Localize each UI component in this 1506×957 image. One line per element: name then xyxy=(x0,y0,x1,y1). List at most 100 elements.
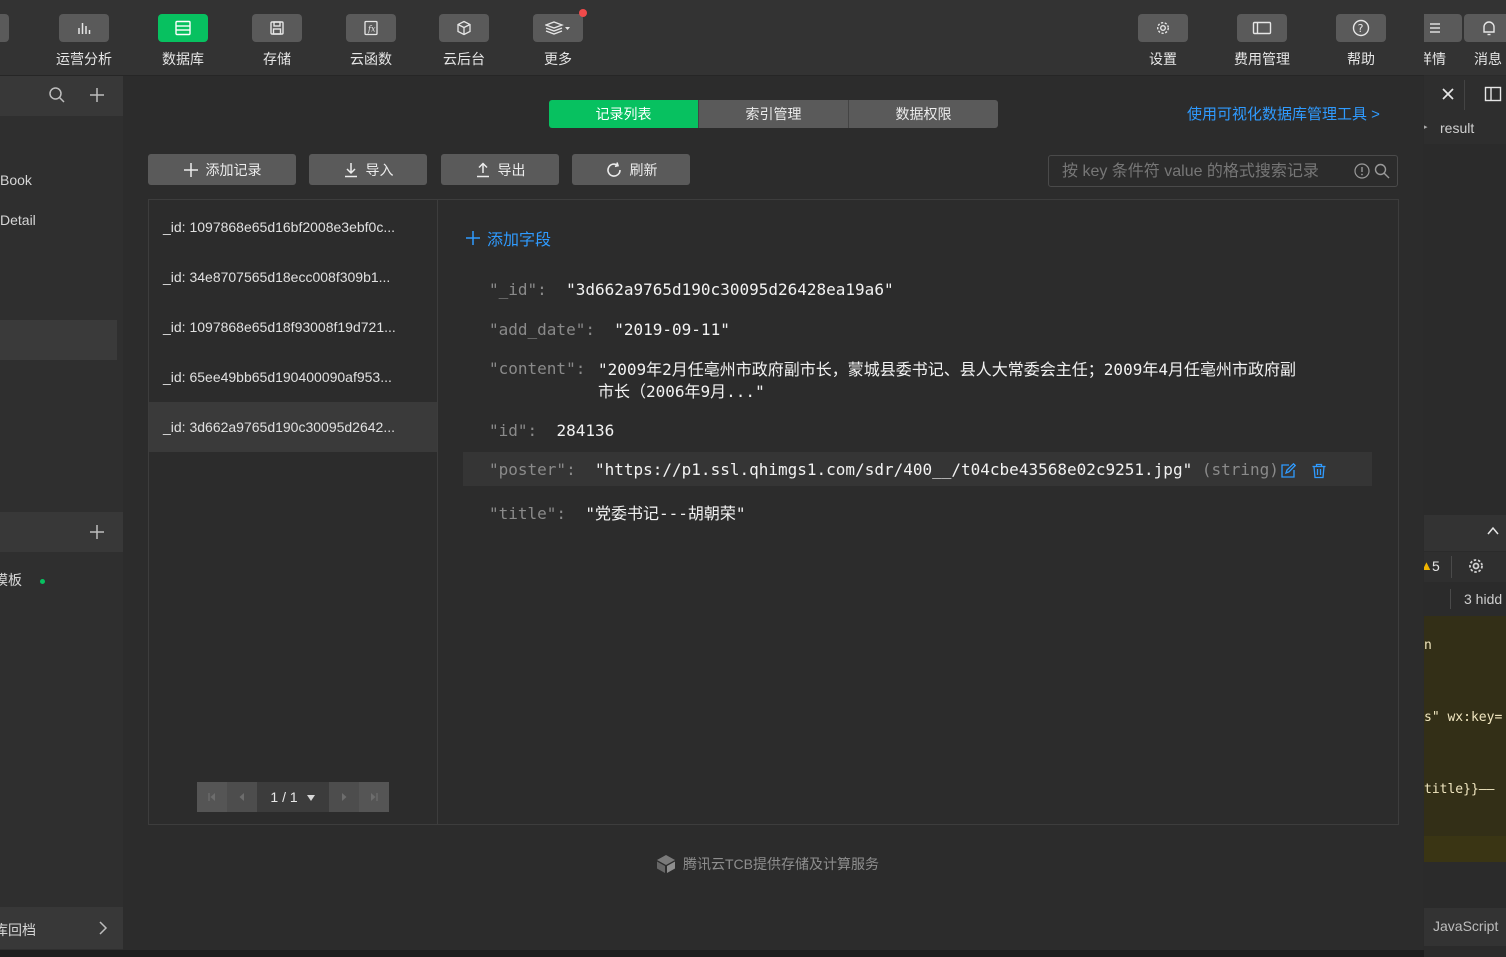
toolbar-item-analytics[interactable]: 运营分析 xyxy=(44,14,124,70)
field-value-content: "2009年2月任亳州市政府副市长，蒙城县委书记、县人大常委会主任；2009年4… xyxy=(598,359,1296,403)
tencent-cloud-logo-icon xyxy=(655,854,677,874)
edit-icon[interactable] xyxy=(1280,463,1296,479)
footer-text: 腾讯云TCB提供存储及计算服务 xyxy=(683,856,879,872)
toolbar-label: 消息 xyxy=(1474,51,1502,67)
field-row-id[interactable]: "_id": "3d662a9765d190c30095d26428ea19a6… xyxy=(489,280,894,299)
toolbar-item-clipped[interactable] xyxy=(0,14,24,70)
toolbar-label: 更多 xyxy=(544,51,572,67)
add-icon[interactable] xyxy=(88,523,106,541)
list-item[interactable]: _id: 1097868e65d18f93008f19d721... xyxy=(149,302,438,352)
toolbar-item-cloud-admin[interactable]: 云后台 xyxy=(424,14,504,70)
toolbar-item-billing[interactable]: 费用管理 xyxy=(1222,14,1302,70)
close-icon[interactable] xyxy=(1441,87,1455,101)
divider xyxy=(1450,589,1451,609)
field-type: (string) xyxy=(1201,460,1279,479)
toolbar-item-database[interactable]: 数据库 xyxy=(143,14,223,70)
bell-icon[interactable] xyxy=(1464,14,1506,42)
last-page-button[interactable] xyxy=(359,782,389,812)
chevron-right-icon xyxy=(97,921,109,935)
notification-dot xyxy=(579,9,587,17)
sidebar-item-label: 模板 xyxy=(0,572,22,588)
bottom-border xyxy=(0,950,1424,957)
field-row-num-id[interactable]: "id": 284136 xyxy=(489,421,614,440)
list-item[interactable]: _id: 1097868e65d16bf2008e3ebf0c... xyxy=(149,202,438,252)
field-key: "id": xyxy=(489,421,538,440)
field-value: "3d662a9765d190c30095d26428ea19a6" xyxy=(566,280,894,299)
next-page-button[interactable] xyxy=(329,782,359,812)
field-row-content[interactable]: "content": xyxy=(489,359,585,378)
console-line: n xyxy=(1424,638,1432,653)
hidden-count-text: 3 hidd xyxy=(1464,591,1503,607)
toolbar-item-more[interactable]: 更多 xyxy=(518,9,598,70)
list-item[interactable]: _id: 65ee49bb65d190400090af953... xyxy=(149,352,438,402)
search-icon[interactable] xyxy=(48,86,66,104)
sidebar-bottom-item[interactable]: 库回档 xyxy=(0,907,123,949)
sidebar-header xyxy=(0,76,123,116)
refresh-button[interactable]: 刷新 xyxy=(572,154,690,185)
add-collection-icon[interactable] xyxy=(88,86,106,104)
database-main-panel: 记录列表 索引管理 数据权限 使用可视化数据库管理工具 > 添加记录 导入 导出… xyxy=(123,76,1423,957)
status-dot xyxy=(39,578,45,584)
content-line: "2009年2月任亳州市政府副市长，蒙城县委书记、县人大常委会主任；2009年4… xyxy=(598,360,1296,379)
add-field-label: 添加字段 xyxy=(487,232,552,249)
console-header xyxy=(1424,515,1506,551)
details-icon[interactable] xyxy=(1424,14,1462,42)
download-icon xyxy=(343,162,359,178)
language-mode[interactable]: JavaScript xyxy=(1433,918,1498,934)
toolbar-label: 费用管理 xyxy=(1234,51,1290,67)
toolbar-item-functions[interactable]: fx 云函数 xyxy=(331,14,411,70)
button-label: 导出 xyxy=(497,161,526,178)
export-button[interactable]: 导出 xyxy=(441,154,559,185)
caret-down-icon xyxy=(306,794,316,802)
file-icon: ▸ xyxy=(1424,121,1428,133)
right-toolbar: 详情 消息 xyxy=(1424,0,1506,75)
tab-index-management[interactable]: 索引管理 xyxy=(699,100,849,128)
field-row-poster[interactable]: "poster": "https://p1.ssl.qhimgs1.com/sd… xyxy=(489,460,1279,479)
toolbar-item-settings[interactable]: 设置 xyxy=(1123,14,1203,70)
console-output: n s" wx:key= title}}—— xyxy=(1424,616,1506,836)
chevron-up-icon[interactable] xyxy=(1486,524,1500,538)
list-item-selected[interactable]: _id: 3d662a9765d190c30095d2642... xyxy=(149,402,438,452)
toolbar-item-help[interactable]: ? 帮助 xyxy=(1321,14,1401,70)
toolbar-item-storage[interactable]: 存储 xyxy=(237,14,317,70)
page-select[interactable]: 1 / 1 xyxy=(257,782,329,812)
search-icon[interactable] xyxy=(1374,163,1390,179)
gear-icon[interactable] xyxy=(1467,557,1485,575)
first-page-button[interactable] xyxy=(197,782,227,812)
record-search-input[interactable] xyxy=(1049,156,1354,188)
sidebar-item-collection[interactable]: Book xyxy=(0,172,32,188)
field-key: "title": xyxy=(489,504,567,523)
button-label: 添加记录 xyxy=(205,161,262,178)
console-toolbar: ▲ 5 xyxy=(1424,552,1506,582)
plus-icon xyxy=(183,162,199,178)
split-view-icon[interactable] xyxy=(1484,86,1502,102)
info-icon[interactable] xyxy=(1354,163,1370,179)
add-record-button[interactable]: 添加记录 xyxy=(148,154,296,185)
field-key: "content": xyxy=(489,359,586,378)
pagination: 1 / 1 xyxy=(197,782,389,812)
prev-page-button[interactable] xyxy=(227,782,257,812)
left-sidebar: Book Detail 模板 库回档 xyxy=(0,76,123,957)
sidebar-section-header xyxy=(0,512,123,552)
import-button[interactable]: 导入 xyxy=(309,154,427,185)
tab-data-permissions[interactable]: 数据权限 xyxy=(849,100,998,128)
content-line: 市长（2006年9月..." xyxy=(598,382,765,401)
field-row-add-date[interactable]: "add_date": "2019-09-11" xyxy=(489,320,730,339)
sidebar-item-collection[interactable]: Detail xyxy=(0,212,36,228)
database-icon xyxy=(158,14,208,42)
tab-result[interactable]: result xyxy=(1440,120,1474,136)
visual-db-tool-link[interactable]: 使用可视化数据库管理工具 > xyxy=(1187,103,1380,124)
delete-icon[interactable] xyxy=(1311,463,1327,479)
help-icon: ? xyxy=(1336,14,1386,42)
sidebar-item-selected[interactable] xyxy=(0,320,117,360)
right-side-panel: 详情 消息 ▸ result ▲ 5 3 hidd n s" wx:key= t… xyxy=(1424,0,1506,957)
svg-text:?: ? xyxy=(1358,22,1364,35)
field-key: "poster": xyxy=(489,460,576,479)
field-row-title[interactable]: "title": "党委书记---胡朝荣" xyxy=(489,500,746,524)
add-field-button[interactable]: 添加字段 xyxy=(465,226,551,250)
list-item[interactable]: _id: 34e8707565d18ecc008f309b1... xyxy=(149,252,438,302)
sidebar-bottom-label: 库回档 xyxy=(0,922,36,938)
sidebar-item-template[interactable]: 模板 xyxy=(0,570,45,590)
tab-record-list[interactable]: 记录列表 xyxy=(549,100,699,128)
console-line: title}}—— xyxy=(1424,782,1495,797)
